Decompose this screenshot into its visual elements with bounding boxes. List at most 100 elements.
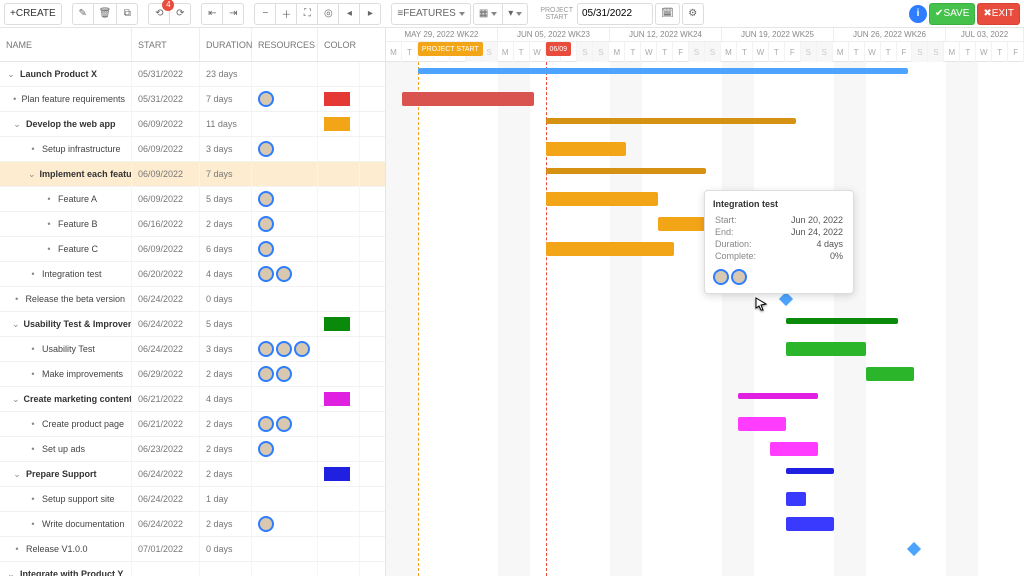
col-resources[interactable]: RESOURCES: [252, 28, 318, 61]
task-name: Make improvements: [42, 369, 123, 379]
summary-bar[interactable]: [418, 68, 908, 74]
table-row[interactable]: ⌄Usability Test & Improvement06/24/20225…: [0, 312, 385, 337]
table-row[interactable]: •Set up ads06/23/20222 days: [0, 437, 385, 462]
delete-button[interactable]: 🗑: [93, 3, 118, 25]
task-bar[interactable]: [546, 142, 626, 156]
exit-button[interactable]: ✖ EXIT: [977, 3, 1020, 25]
col-duration[interactable]: DURATION: [200, 28, 252, 61]
cell-color: [318, 437, 360, 461]
table-row[interactable]: •Setup infrastructure06/09/20223 days: [0, 137, 385, 162]
day-cell: S: [817, 42, 833, 62]
summary-bar[interactable]: [738, 393, 818, 399]
task-bar[interactable]: [786, 342, 866, 356]
summary-bar[interactable]: [786, 468, 834, 474]
cell-duration: [200, 562, 252, 576]
table-row[interactable]: •Setup support site06/24/20221 day: [0, 487, 385, 512]
table-row[interactable]: •Usability Test06/24/20223 days: [0, 337, 385, 362]
task-bar[interactable]: [770, 442, 818, 456]
table-row[interactable]: •Release V1.0.007/01/20220 days: [0, 537, 385, 562]
summary-bar[interactable]: [546, 168, 706, 174]
next-button[interactable]: ▸: [359, 3, 381, 25]
cell-name: •Usability Test: [0, 337, 132, 361]
cell-duration: 2 days: [200, 412, 252, 436]
cell-name: •Write documentation: [0, 512, 132, 536]
cell-color: [318, 237, 360, 261]
cell-start: 06/24/2022: [132, 512, 200, 536]
table-row[interactable]: ⌄Implement each features06/09/20227 days: [0, 162, 385, 187]
edit-button[interactable]: ✎: [72, 3, 94, 25]
settings-button[interactable]: ⚙: [682, 3, 704, 25]
task-bar[interactable]: [786, 492, 806, 506]
table-row[interactable]: •Feature C06/09/20226 days: [0, 237, 385, 262]
table-row[interactable]: •Feature A06/09/20225 days: [0, 187, 385, 212]
cell-name: •Feature C: [0, 237, 132, 261]
day-cell: T: [402, 42, 418, 62]
bullet-icon: •: [12, 94, 17, 104]
day-cell: F: [1008, 42, 1024, 62]
cell-duration: 2 days: [200, 462, 252, 486]
col-name[interactable]: NAME: [0, 28, 132, 61]
bullet-icon: •: [28, 519, 38, 529]
zoom-in-button[interactable]: ＋: [275, 3, 297, 25]
avatar-icon: [731, 269, 747, 285]
day-cell: T: [514, 42, 530, 62]
table-row[interactable]: •Create product page06/21/20222 days: [0, 412, 385, 437]
table-row[interactable]: ⌄Prepare Support06/24/20222 days: [0, 462, 385, 487]
indent-button[interactable]: ⇥: [222, 3, 244, 25]
table-row[interactable]: ⌄Develop the web app06/09/202211 days: [0, 112, 385, 137]
milestone[interactable]: [907, 542, 921, 556]
timeline-header: MAY 29, 2022 WK22JUN 05, 2022 WK23JUN 12…: [386, 28, 1024, 62]
task-bar[interactable]: [546, 242, 674, 256]
summary-bar[interactable]: [546, 118, 796, 124]
fit-button[interactable]: ⛶: [296, 3, 318, 25]
chevron-down-icon[interactable]: ⌄: [6, 69, 16, 80]
zoom-out-button[interactable]: −: [254, 3, 276, 25]
focus-button[interactable]: ◎: [317, 3, 339, 25]
col-color[interactable]: COLOR: [318, 28, 360, 61]
table-row[interactable]: •Release the beta version06/24/20220 day…: [0, 287, 385, 312]
copy-button[interactable]: ⧉: [116, 3, 138, 25]
cell-duration: 2 days: [200, 362, 252, 386]
task-bar[interactable]: [402, 92, 534, 106]
task-bar[interactable]: [546, 192, 658, 206]
summary-bar[interactable]: [786, 318, 898, 324]
task-bar[interactable]: [866, 367, 914, 381]
table-row[interactable]: ⌄Launch Product X05/31/202223 days: [0, 62, 385, 87]
cell-resources: [252, 237, 318, 261]
filter-button[interactable]: ▾: [502, 3, 528, 25]
table-row[interactable]: •Make improvements06/29/20222 days: [0, 362, 385, 387]
chevron-down-icon[interactable]: ⌄: [12, 319, 20, 330]
cell-name: •Create product page: [0, 412, 132, 436]
prev-button[interactable]: ◂: [338, 3, 360, 25]
week-label: JUN 05, 2022 WK23: [498, 28, 610, 42]
table-row[interactable]: ⌄Create marketing contents06/21/20224 da…: [0, 387, 385, 412]
project-start-date-input[interactable]: [577, 3, 653, 25]
chevron-down-icon[interactable]: ⌄: [6, 569, 16, 576]
day-cell: T: [992, 42, 1008, 62]
chevron-down-icon[interactable]: ⌄: [12, 394, 20, 405]
calendar-button[interactable]: 🗓: [655, 3, 680, 25]
chevron-down-icon[interactable]: ⌄: [12, 469, 22, 480]
save-button[interactable]: ✔ SAVE: [929, 3, 975, 25]
info-button[interactable]: i: [909, 5, 927, 23]
table-row[interactable]: ⌄Integrate with Product Y: [0, 562, 385, 576]
cell-duration: 11 days: [200, 112, 252, 136]
day-cell: M: [386, 42, 402, 62]
chevron-down-icon[interactable]: ⌄: [12, 119, 22, 130]
milestone[interactable]: [779, 292, 793, 306]
table-row[interactable]: •Feature B06/16/20222 days: [0, 212, 385, 237]
task-bar[interactable]: [738, 417, 786, 431]
features-button[interactable]: ≡ FEATURES: [391, 3, 470, 25]
task-bar[interactable]: [786, 517, 834, 531]
bullet-icon: •: [44, 219, 54, 229]
view-grid-button[interactable]: ▦: [473, 3, 503, 25]
create-button[interactable]: + CREATE: [4, 3, 62, 25]
table-row[interactable]: •Plan feature requirements05/31/20227 da…: [0, 87, 385, 112]
col-start[interactable]: START: [132, 28, 200, 61]
outdent-button[interactable]: ⇤: [201, 3, 223, 25]
task-bar[interactable]: [658, 217, 706, 231]
chevron-down-icon[interactable]: ⌄: [28, 169, 36, 180]
day-cell: W: [976, 42, 992, 62]
table-row[interactable]: •Write documentation06/24/20222 days: [0, 512, 385, 537]
table-row[interactable]: •Integration test06/20/20224 days: [0, 262, 385, 287]
